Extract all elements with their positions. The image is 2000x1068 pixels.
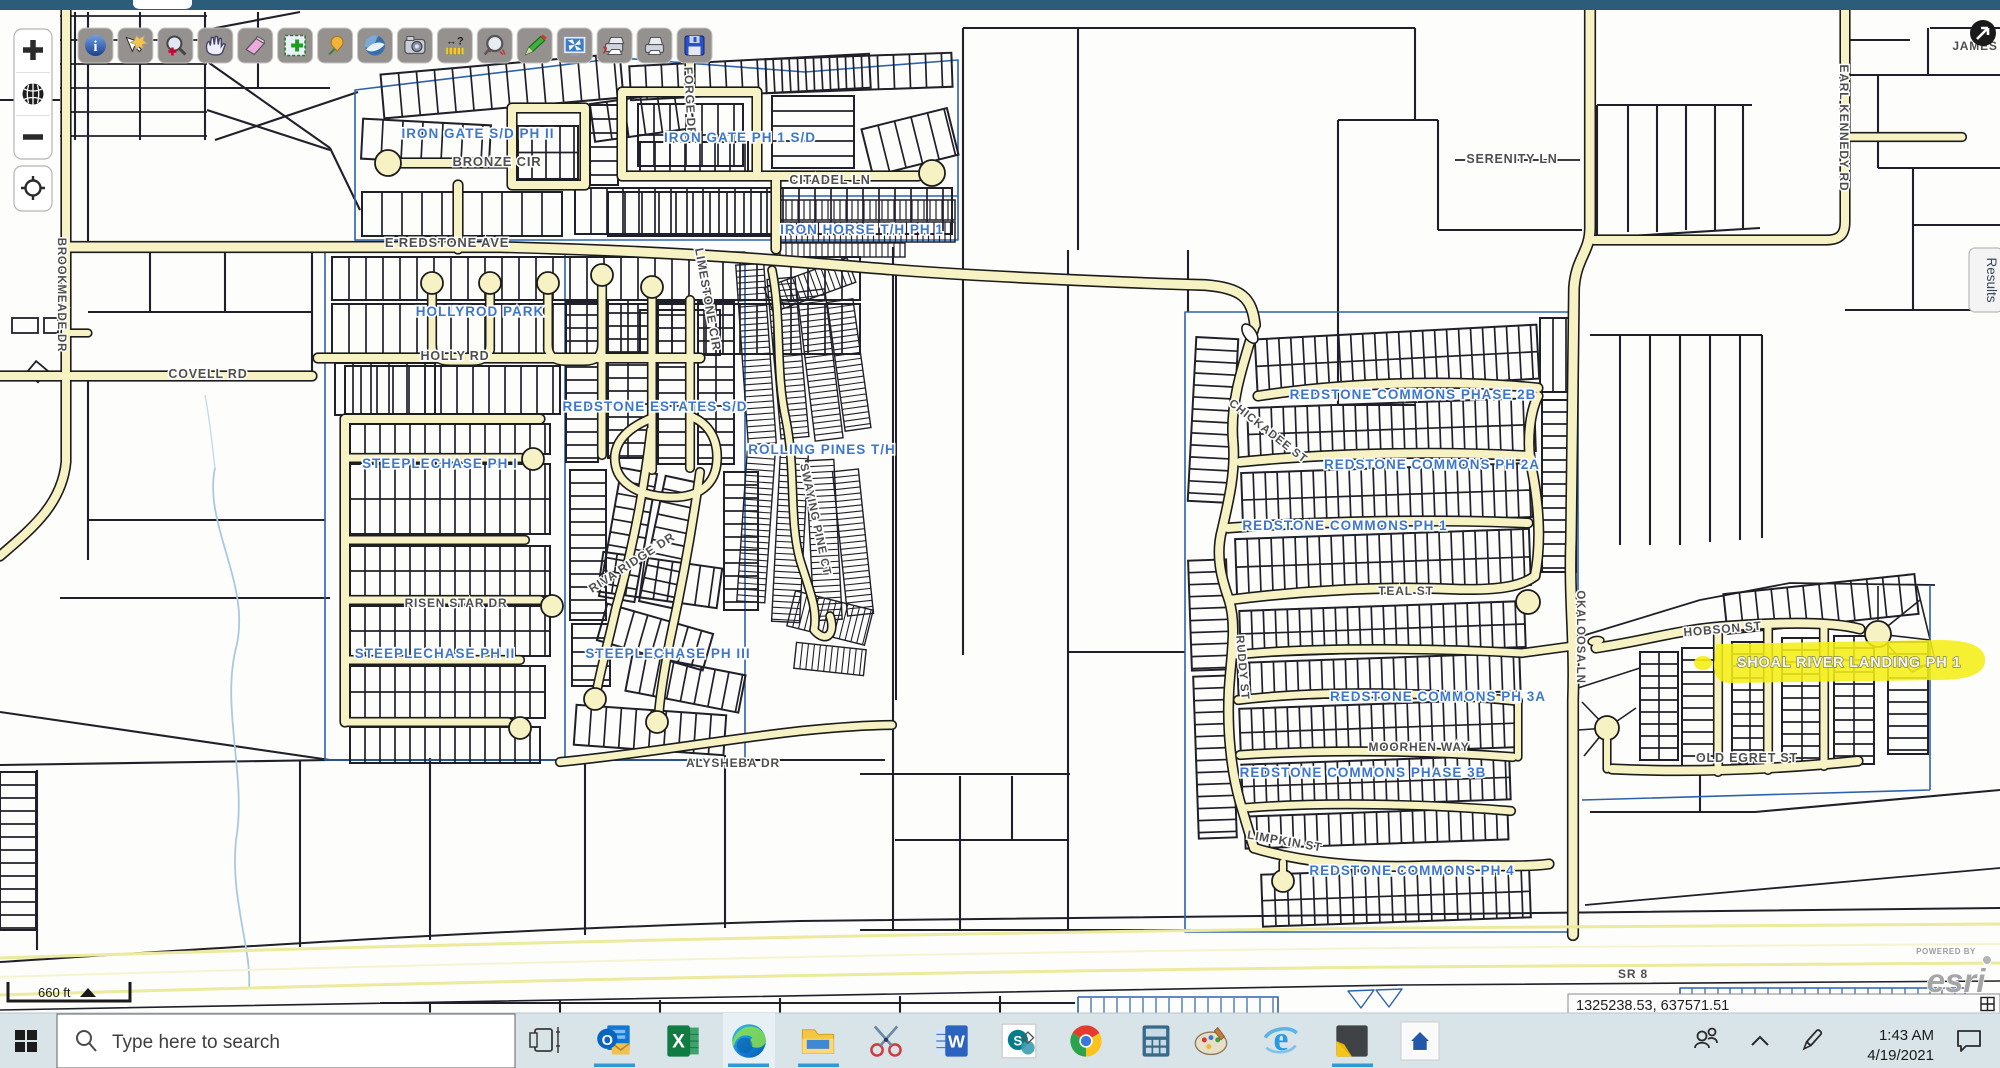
svg-text:SERENITY LN: SERENITY LN (1466, 152, 1557, 166)
svg-text:W: W (948, 1032, 965, 1052)
svg-text:MOORHEN WAY: MOORHEN WAY (1368, 740, 1469, 754)
svg-text:REDSTONE COMMONS PH 4: REDSTONE COMMONS PH 4 (1309, 863, 1514, 878)
svg-text:REDSTONE COMMONS PH 2A: REDSTONE COMMONS PH 2A (1324, 457, 1540, 472)
svg-text:CITADEL LN: CITADEL LN (789, 173, 870, 187)
svg-text:SHOAL RIVER LANDING PH 1: SHOAL RIVER LANDING PH 1 (1737, 655, 1961, 671)
svg-text:BROOKMEADE DR: BROOKMEADE DR (55, 238, 67, 353)
svg-text:OLD EGRET ST: OLD EGRET ST (1696, 751, 1798, 765)
svg-text:ALYSHEBA DR: ALYSHEBA DR (686, 756, 780, 770)
svg-text:↔?: ↔? (446, 36, 464, 48)
svg-text:esri: esri (1927, 962, 1987, 999)
svg-text:O: O (602, 1033, 613, 1049)
svg-text:S: S (1013, 1033, 1022, 1048)
svg-text:E REDSTONE AVE: E REDSTONE AVE (385, 235, 509, 250)
svg-text:REDSTONE ESTATES S/D: REDSTONE ESTATES S/D (562, 399, 747, 414)
svg-text:STEEPLECHASE PH III: STEEPLECHASE PH III (585, 646, 750, 661)
svg-text:REDSTONE COMMONS PHASE 2B: REDSTONE COMMONS PHASE 2B (1290, 387, 1537, 402)
svg-text:Type here to search: Type here to search (112, 1032, 280, 1053)
svg-text:EARL KENNEDY RD: EARL KENNEDY RD (1837, 65, 1851, 192)
svg-text:TEAL ST: TEAL ST (1378, 584, 1433, 598)
svg-text:COVELL RD: COVELL RD (168, 367, 247, 381)
svg-text:POWERED BY: POWERED BY (1916, 947, 1976, 956)
svg-text:REDSTONE COMMONS PH 3A: REDSTONE COMMONS PH 3A (1330, 689, 1546, 704)
svg-text:1:43 AM: 1:43 AM (1879, 1027, 1934, 1044)
svg-text:HOLLYROD PARK: HOLLYROD PARK (416, 304, 545, 319)
svg-text:SR 8: SR 8 (1618, 967, 1648, 981)
svg-text:HOLLY RD: HOLLY RD (421, 349, 490, 363)
svg-text:IRON GATE PH 1 S/D: IRON GATE PH 1 S/D (664, 130, 816, 145)
svg-text:Results: Results (1984, 257, 1999, 302)
svg-text:X: X (672, 1032, 685, 1053)
svg-text:IRON GATE S/D PH II: IRON GATE S/D PH II (401, 126, 554, 141)
svg-text:ROLLING PINES T/H: ROLLING PINES T/H (748, 442, 896, 457)
svg-text:STEEPLECHASE PH II: STEEPLECHASE PH II (355, 646, 516, 661)
svg-text:1325238.53, 637571.51: 1325238.53, 637571.51 (1576, 998, 1729, 1014)
svg-text:REDSTONE COMMONS PHASE 3B: REDSTONE COMMONS PHASE 3B (1240, 765, 1487, 780)
svg-text:i: i (93, 39, 97, 55)
svg-text:RISEN STAR DR: RISEN STAR DR (405, 596, 508, 610)
svg-text:IRON HORSE T/H PH 1: IRON HORSE T/H PH 1 (780, 222, 944, 237)
svg-text:OKALOOSA LN: OKALOOSA LN (1574, 590, 1586, 683)
svg-text:REDSTONE COMMONS PH 1: REDSTONE COMMONS PH 1 (1242, 518, 1447, 533)
svg-text:4/19/2021: 4/19/2021 (1867, 1047, 1934, 1064)
svg-text:660 ft: 660 ft (38, 985, 71, 1000)
svg-text:BRONZE CIR: BRONZE CIR (453, 154, 542, 169)
svg-text:STEEPLECHASE PH I: STEEPLECHASE PH I (362, 456, 518, 471)
